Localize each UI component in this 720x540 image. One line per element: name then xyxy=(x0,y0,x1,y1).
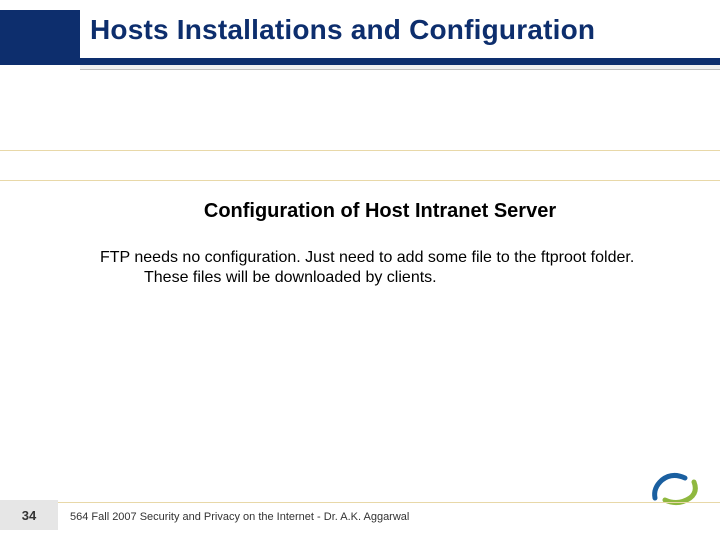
content-subtitle: Configuration of Host Intranet Server xyxy=(130,200,630,223)
divider-line-1 xyxy=(0,150,720,151)
title-area: Hosts Installations and Configuration xyxy=(90,14,710,46)
header-underline-light xyxy=(80,65,720,70)
footer-text: 564 Fall 2007 Security and Privacy on th… xyxy=(70,511,409,523)
content-area: Configuration of Host Intranet Server FT… xyxy=(100,200,660,288)
content-body: FTP needs no configuration. Just need to… xyxy=(144,248,660,288)
footer-divider xyxy=(58,502,720,503)
header-underline-dark xyxy=(80,58,720,65)
slide-title: Hosts Installations and Configuration xyxy=(90,14,710,46)
page-number-box: 34 xyxy=(0,500,58,530)
divider-line-2 xyxy=(0,180,720,181)
footer-bar: 34 564 Fall 2007 Security and Privacy on… xyxy=(0,500,720,530)
page-number: 34 xyxy=(22,508,36,523)
header-accent-block xyxy=(0,10,80,65)
